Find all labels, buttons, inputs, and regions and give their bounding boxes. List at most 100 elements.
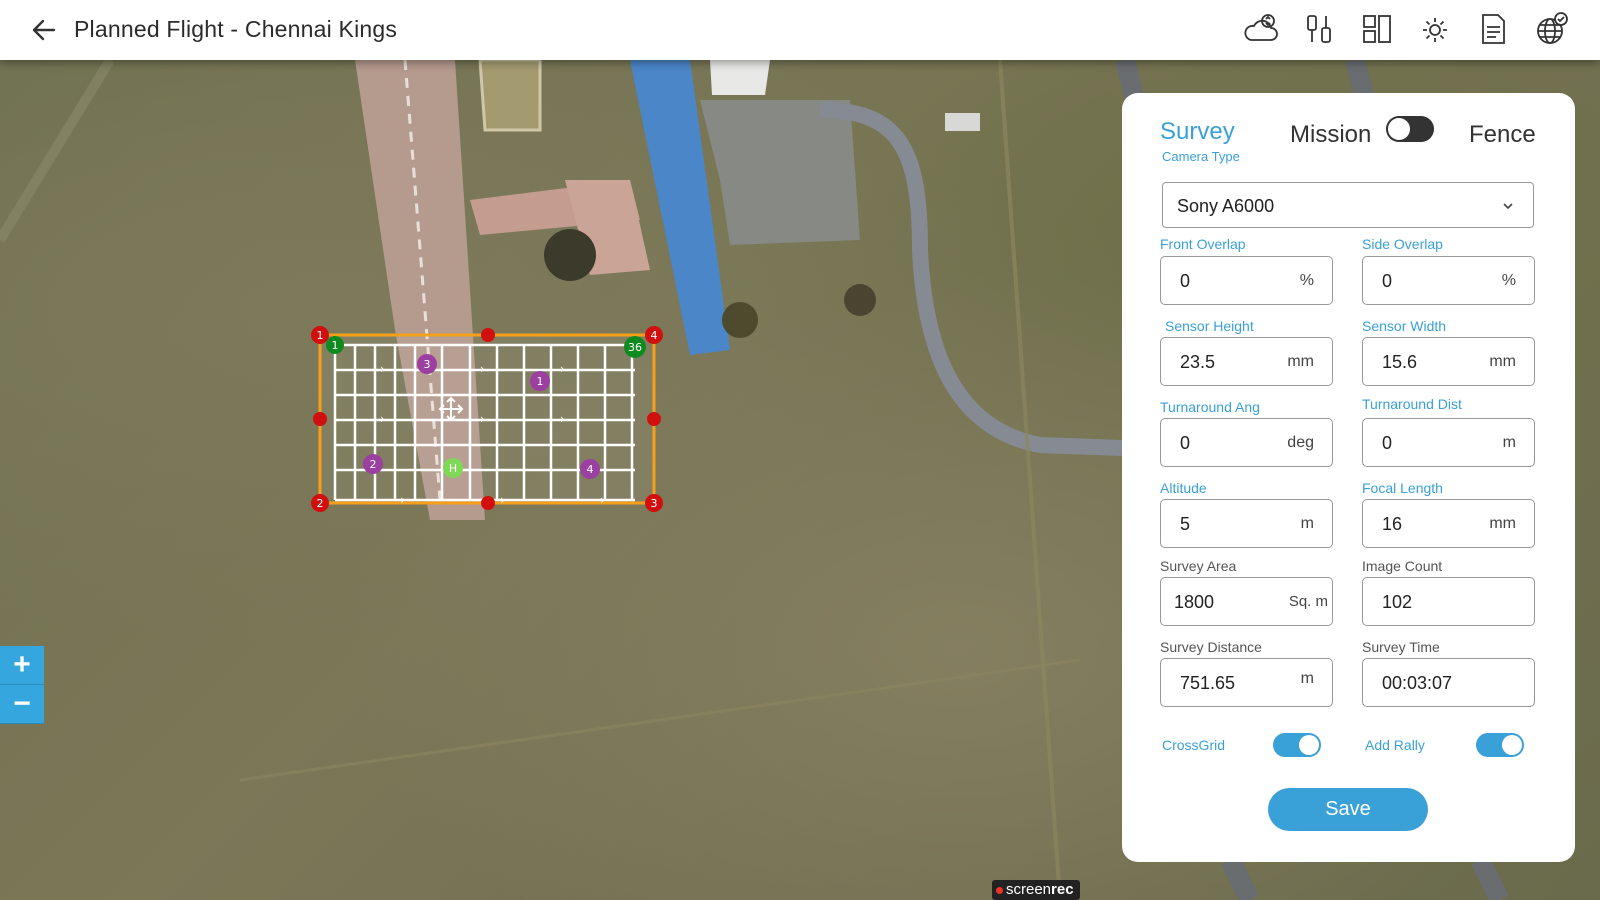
turnaround-ang-label: Turnaround Ang [1160, 399, 1260, 415]
field-value: 0 [1382, 433, 1393, 453]
field-unit: Sq. m [1288, 593, 1328, 610]
svg-text:›: › [400, 493, 405, 507]
field-unit: mm [1287, 353, 1314, 370]
edge-midpoint-handle[interactable] [481, 496, 495, 510]
altitude-field[interactable]: 5 m [1160, 499, 1333, 548]
svg-text:›: › [600, 493, 605, 507]
sensor-height-field[interactable]: 23.5 mm [1160, 337, 1333, 386]
field-unit: % [1299, 272, 1314, 289]
sensor-width-field[interactable]: 15.6 mm [1362, 337, 1535, 386]
watermark-text: screen [1006, 881, 1052, 898]
survey-area-label: Survey Area [1160, 558, 1237, 574]
field-value: 102 [1382, 592, 1413, 612]
svg-text:›: › [480, 362, 485, 376]
image-count-field: 102 [1362, 577, 1535, 626]
svg-text:1: 1 [332, 339, 339, 352]
field-unit: m [1300, 515, 1314, 532]
svg-text:1: 1 [537, 375, 544, 388]
field-value: 00:03:07 [1382, 673, 1453, 693]
tab-mission[interactable]: Mission [1290, 121, 1371, 149]
front-overlap-field[interactable]: 0 % [1160, 256, 1333, 305]
sensor-height-label: Sensor Height [1165, 318, 1254, 334]
field-unit: mm [1489, 515, 1516, 532]
svg-text:›: › [380, 362, 385, 376]
svg-text:1: 1 [317, 329, 324, 342]
zoom-out-button[interactable]: − [0, 685, 44, 724]
camera-type-select[interactable]: Sony A6000 [1162, 182, 1534, 228]
settings-icon[interactable] [1416, 10, 1454, 48]
svg-text:4: 4 [651, 329, 658, 342]
add-rally-label: Add Rally [1365, 737, 1425, 753]
field-value: 751.65 [1180, 673, 1236, 693]
tab-survey[interactable]: Survey [1160, 118, 1235, 146]
turnaround-dist-field[interactable]: 0 m [1362, 418, 1535, 467]
home-marker[interactable]: H [443, 458, 463, 478]
side-overlap-label: Side Overlap [1362, 236, 1443, 252]
edge-midpoint-handle[interactable] [647, 412, 661, 426]
field-value: 0 [1180, 271, 1191, 291]
chevron-down-icon [1501, 197, 1515, 218]
waypoint-start-marker[interactable]: 1 [326, 336, 344, 354]
vertex-marker[interactable]: 1 [311, 326, 329, 344]
edge-midpoint-handle[interactable] [481, 328, 495, 342]
svg-text:2: 2 [317, 497, 324, 510]
camera-type-value: Sony A6000 [1177, 196, 1275, 216]
field-value: 0 [1180, 433, 1191, 453]
field-value: 0 [1382, 271, 1393, 291]
zoom-in-button[interactable]: + [0, 646, 44, 685]
watermark-text-bold: rec [1051, 881, 1074, 898]
weather-sync-icon[interactable] [1242, 10, 1280, 48]
svg-text:3: 3 [651, 497, 658, 510]
svg-text:36: 36 [628, 341, 642, 354]
field-unit: m [1300, 670, 1314, 687]
rally-point-marker[interactable]: 1 [530, 371, 550, 391]
top-bar: Planned Flight - Chennai Kings [0, 0, 1600, 60]
field-unit: m [1502, 434, 1516, 451]
crossgrid-toggle[interactable] [1273, 733, 1321, 757]
zoom-controls: + − [0, 646, 44, 724]
field-value: 23.5 [1180, 352, 1216, 372]
focal-length-field[interactable]: 16 mm [1362, 499, 1535, 548]
screenrec-watermark: screenrec [992, 880, 1080, 900]
field-value: 16 [1382, 514, 1403, 534]
rally-point-marker[interactable]: 4 [580, 459, 600, 479]
turnaround-dist-label: Turnaround Dist [1362, 396, 1462, 412]
svg-text:›: › [560, 362, 565, 376]
drone-sync-icon[interactable] [1300, 10, 1338, 48]
field-value: 5 [1180, 514, 1191, 534]
survey-distance-label: Survey Distance [1160, 639, 1262, 655]
back-arrow-icon[interactable] [28, 14, 60, 46]
survey-area-field: 1800 Sq. m [1160, 577, 1333, 626]
globe-check-icon[interactable] [1532, 10, 1570, 48]
altitude-label: Altitude [1160, 480, 1207, 496]
edge-midpoint-handle[interactable] [313, 412, 327, 426]
survey-distance-field: 751.65 m [1160, 658, 1333, 707]
survey-time-field: 00:03:07 [1362, 658, 1535, 707]
mode-toggle-switch[interactable] [1386, 116, 1434, 142]
record-dot-icon [996, 887, 1003, 894]
rally-point-marker[interactable]: 3 [417, 354, 437, 374]
page-title: Planned Flight - Chennai Kings [74, 16, 398, 42]
svg-text:›: › [560, 412, 565, 426]
vertex-marker[interactable]: 2 [311, 494, 329, 512]
svg-text:›: › [500, 493, 505, 507]
field-value: 15.6 [1382, 352, 1418, 372]
rally-point-marker[interactable]: 2 [363, 454, 383, 474]
camera-type-label: Camera Type [1162, 149, 1240, 164]
image-count-label: Image Count [1362, 558, 1443, 574]
crossgrid-label: CrossGrid [1162, 737, 1226, 753]
vertex-marker[interactable]: 3 [645, 494, 663, 512]
field-unit: mm [1489, 353, 1516, 370]
svg-text:›: › [480, 412, 485, 426]
vertex-marker[interactable]: 4 [645, 326, 663, 344]
side-overlap-field[interactable]: 0 % [1362, 256, 1535, 305]
waypoint-end-marker[interactable]: 36 [624, 336, 646, 358]
tab-fence[interactable]: Fence [1469, 121, 1536, 149]
field-unit: deg [1287, 434, 1314, 451]
add-rally-toggle[interactable] [1476, 733, 1524, 757]
survey-panel: Survey Mission Fence Camera Type Sony A6… [1122, 93, 1575, 862]
save-button[interactable]: Save [1268, 788, 1428, 831]
turnaround-ang-field[interactable]: 0 deg [1160, 418, 1333, 467]
layout-icon[interactable] [1358, 10, 1396, 48]
document-icon[interactable] [1474, 10, 1512, 48]
